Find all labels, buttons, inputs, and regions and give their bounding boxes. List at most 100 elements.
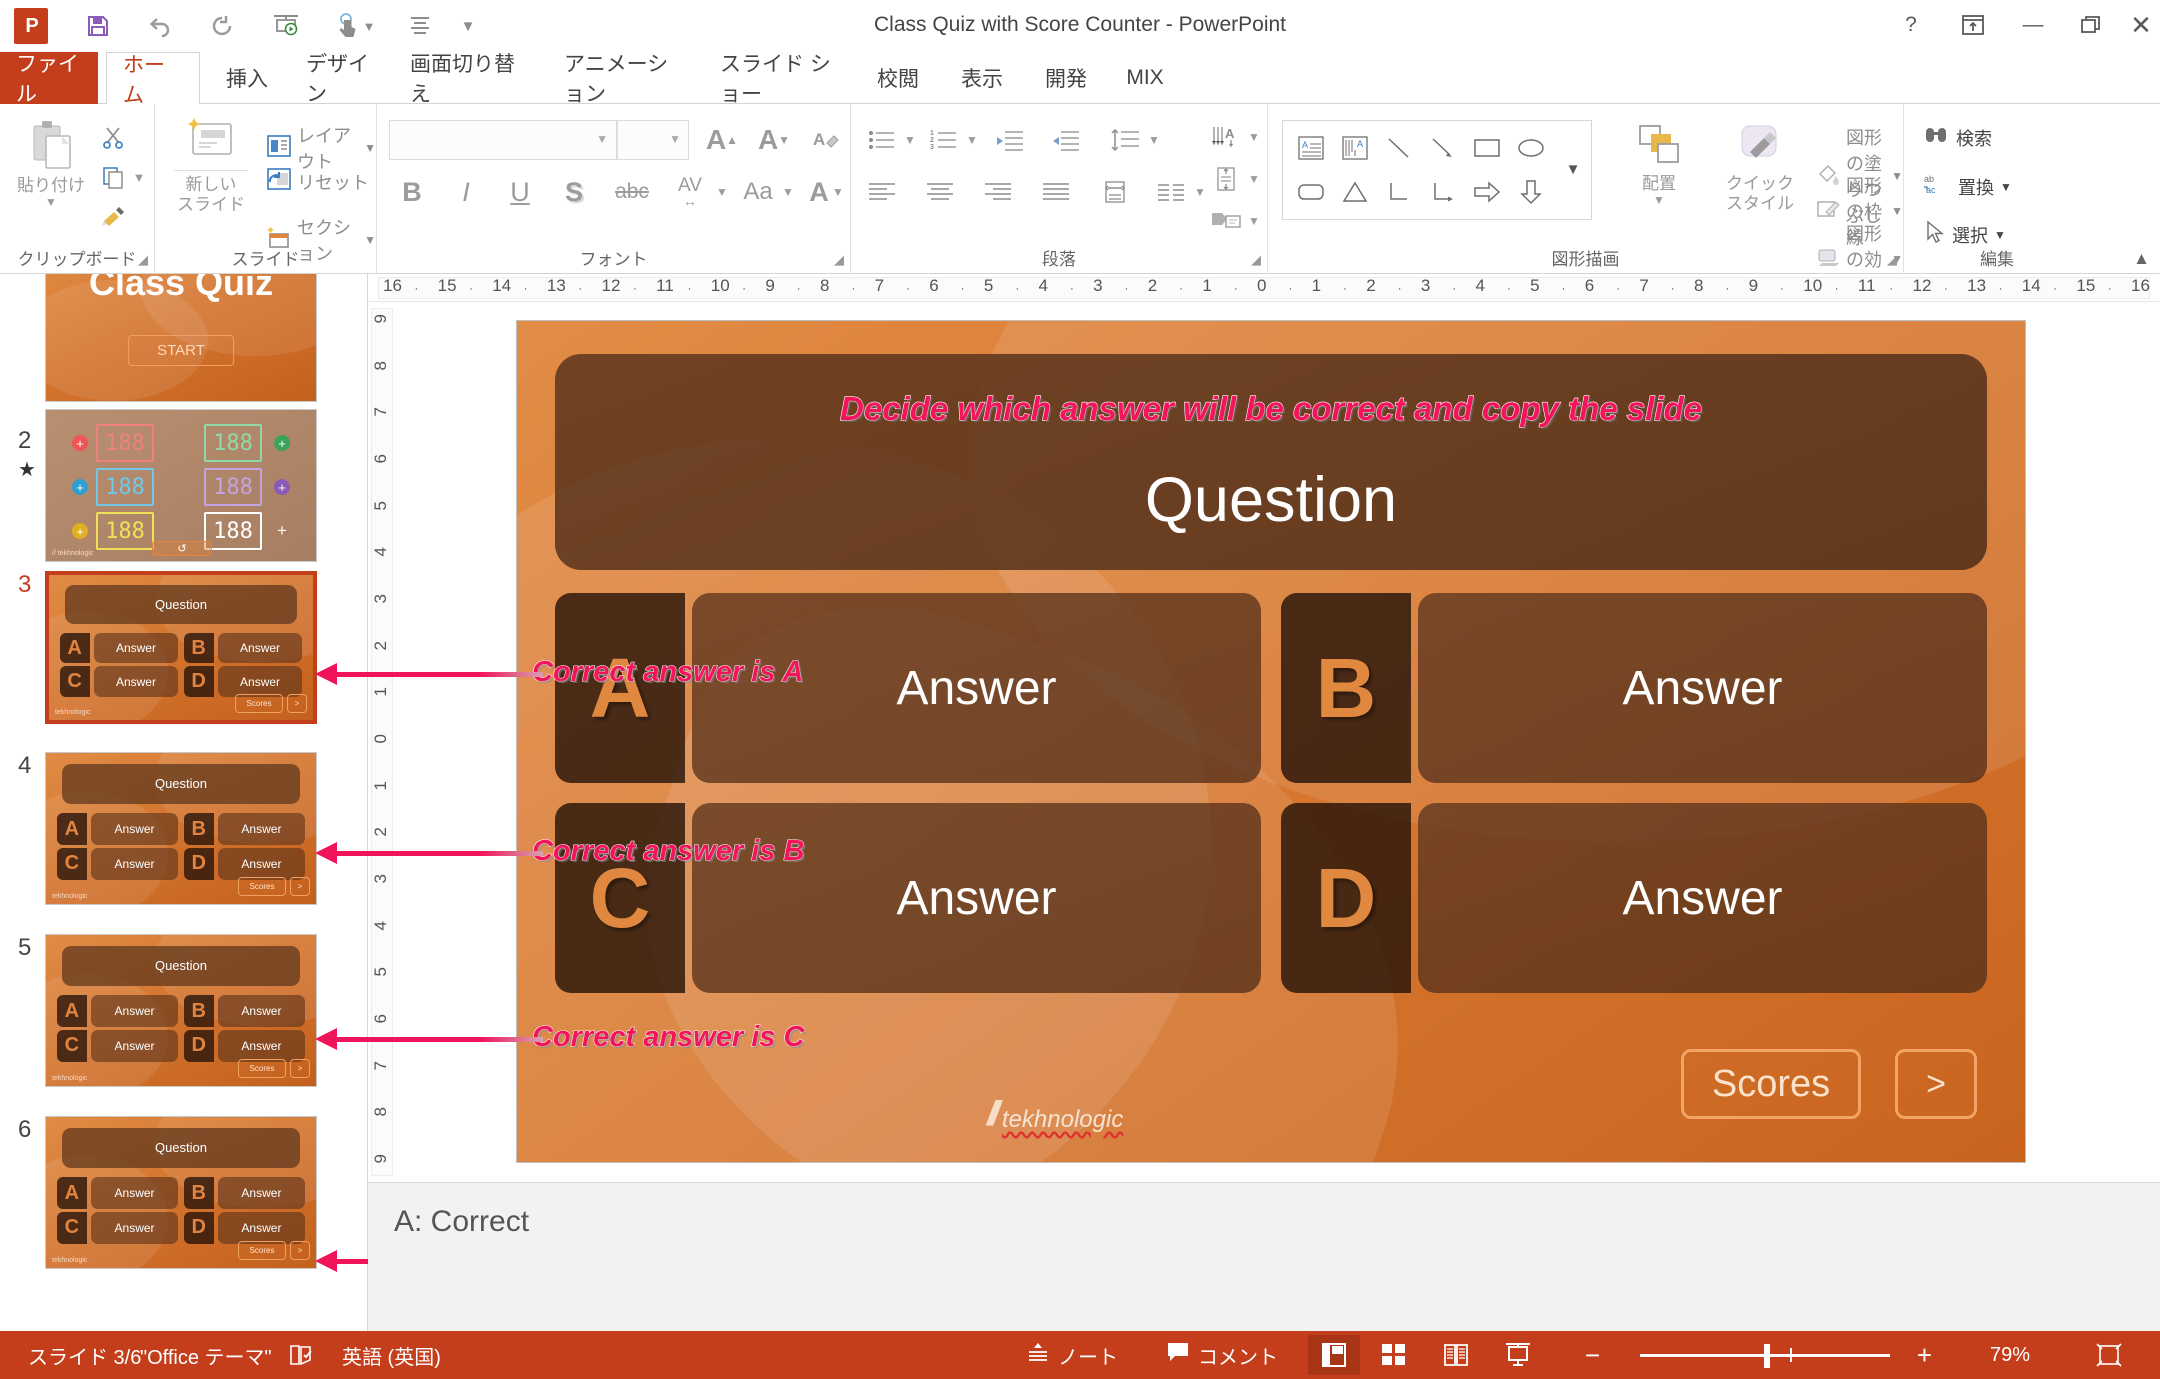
score-plus-yellow-icon[interactable]: + — [72, 523, 88, 539]
zoom-in-button[interactable]: + — [1905, 1331, 1944, 1379]
score-plus-red-icon[interactable]: + — [72, 435, 88, 451]
font-size-input[interactable]: ▼ — [617, 120, 689, 160]
zoom-slider-handle[interactable] — [1764, 1344, 1770, 1368]
mini-slide-3-scores-button[interactable]: Scores — [235, 693, 283, 713]
thumbnail-slide-2-image[interactable]: 188 188 188 188 188 188 + + + + + + ↺ //… — [45, 409, 317, 562]
zoom-level-label[interactable]: 79% — [1978, 1331, 2042, 1379]
fit-slide-to-window-icon[interactable] — [2084, 1331, 2134, 1379]
triangle-icon[interactable] — [1333, 171, 1377, 213]
ribbon-display-options-icon[interactable] — [1946, 8, 2000, 42]
line-icon[interactable] — [1377, 127, 1421, 169]
tab-home[interactable]: ホーム — [106, 52, 200, 107]
mini-slide-5-scores-button[interactable]: Scores — [238, 1058, 286, 1079]
slide-next-button[interactable]: > — [1895, 1049, 1977, 1119]
justify-button[interactable] — [1035, 172, 1077, 212]
text-shadow-button[interactable]: S — [553, 172, 595, 212]
cut-button[interactable] — [96, 122, 130, 152]
score-plus-green-icon[interactable]: + — [274, 435, 290, 451]
clipboard-dialog-launcher[interactable]: ◢ — [138, 252, 148, 268]
quick-styles-button[interactable]: クイック スタイル — [1712, 122, 1808, 213]
answer-text-d[interactable]: Answer — [1418, 803, 1987, 993]
tab-file[interactable]: ファイル — [0, 52, 98, 106]
right-arrow-icon[interactable] — [1465, 171, 1509, 213]
new-slide-button[interactable]: 新しい スライド — [165, 118, 257, 214]
answer-box-c[interactable]: C Answer — [555, 803, 1261, 993]
tab-insert[interactable]: 挿入 — [208, 52, 286, 104]
align-right-button[interactable] — [977, 172, 1019, 212]
elbow-connector-icon[interactable] — [1377, 171, 1421, 213]
view-normal-button[interactable] — [1308, 1335, 1360, 1375]
bold-button[interactable]: B — [391, 172, 433, 212]
status-comments-button[interactable]: コメント — [1154, 1331, 1290, 1379]
increase-indent-button[interactable] — [1043, 120, 1087, 160]
character-spacing-chevron-icon[interactable]: ▼ — [713, 172, 731, 212]
rectangle-icon[interactable] — [1465, 127, 1509, 169]
shapes-gallery[interactable]: A A ▼ — [1282, 120, 1592, 220]
thumbnail-slide-6-image[interactable]: Question A Answer B Answer C Answer D An… — [45, 1116, 317, 1269]
reset-button[interactable]: リセット — [267, 168, 369, 195]
paste-chevron-icon[interactable]: ▼ — [45, 195, 57, 210]
tab-design[interactable]: デザイン — [290, 52, 390, 106]
font-name-chevron-icon[interactable]: ▼ — [596, 132, 608, 146]
layout-chevron-icon[interactable]: ▼ — [364, 141, 376, 155]
text-direction-button[interactable]: A — [1203, 118, 1249, 156]
tab-animations[interactable]: アニメーション — [548, 52, 700, 106]
mini-slide-6-scores-button[interactable]: Scores — [238, 1240, 286, 1261]
arrange-button[interactable]: 配置 ▼ — [1614, 122, 1704, 207]
arrow-icon[interactable] — [1421, 127, 1465, 169]
close-button[interactable]: ✕ — [2114, 8, 2160, 42]
font-name-input[interactable]: ▼ — [389, 120, 617, 160]
down-arrow-icon[interactable] — [1509, 171, 1553, 213]
numbering-button[interactable]: 123 — [923, 120, 965, 160]
status-notes-button[interactable]: ノート — [1014, 1331, 1130, 1379]
slide-scores-button[interactable]: Scores — [1681, 1049, 1861, 1119]
tab-mix[interactable]: MIX — [1110, 52, 1180, 104]
decrease-indent-button[interactable] — [987, 120, 1031, 160]
status-language[interactable]: 英語 (英国) — [330, 1331, 453, 1379]
line-spacing-chevron-icon[interactable]: ▼ — [1145, 120, 1163, 160]
answer-box-b[interactable]: B Answer — [1281, 593, 1987, 783]
textbox-icon[interactable]: A — [1289, 127, 1333, 169]
replace-button[interactable]: ab ac 置換 ▼ — [1924, 172, 2012, 201]
mini-slide-1-start-button[interactable]: START — [128, 334, 234, 366]
mini-slide-4-scores-button[interactable]: Scores — [238, 876, 286, 897]
copy-button[interactable] — [96, 162, 130, 192]
paste-button[interactable]: 貼り付け ▼ — [8, 118, 94, 209]
view-slideshow-button[interactable] — [1492, 1335, 1544, 1375]
mini-slide-4-next-button[interactable]: > — [290, 876, 310, 897]
strikethrough-button[interactable]: abc — [607, 172, 657, 212]
convert-to-smartart-button[interactable] — [1203, 202, 1249, 240]
tab-view[interactable]: 表示 — [942, 52, 1022, 104]
distribute-button[interactable] — [1093, 172, 1137, 212]
score-reset-button[interactable]: ↺ — [152, 541, 212, 556]
align-center-button[interactable] — [919, 172, 961, 212]
view-reading-button[interactable] — [1430, 1335, 1482, 1375]
select-chevron-icon[interactable]: ▼ — [1994, 228, 2006, 242]
question-box[interactable]: Decide which answer will be correct and … — [555, 354, 1987, 570]
restore-button[interactable] — [2064, 8, 2118, 42]
answer-text-b[interactable]: Answer — [1418, 593, 1987, 783]
decrease-font-size-button[interactable]: A ▼ — [751, 120, 797, 160]
answer-text-c[interactable]: Answer — [692, 803, 1261, 993]
line-spacing-button[interactable] — [1103, 120, 1147, 160]
tab-review[interactable]: 校閲 — [858, 52, 938, 104]
paragraph-dialog-launcher[interactable]: ◢ — [1251, 252, 1261, 268]
rounded-rectangle-icon[interactable] — [1289, 171, 1333, 213]
thumbnail-slide-1-image[interactable]: Class Quiz START — [45, 274, 317, 402]
format-painter-button[interactable] — [96, 202, 130, 232]
mini-slide-3-next-button[interactable]: > — [287, 693, 307, 713]
numbering-chevron-icon[interactable]: ▼ — [963, 120, 981, 160]
mini-slide-5-next-button[interactable]: > — [290, 1058, 310, 1079]
font-size-chevron-icon[interactable]: ▼ — [669, 132, 681, 146]
minimize-button[interactable]: — — [2006, 8, 2060, 42]
align-text-chevron-icon[interactable]: ▼ — [1245, 160, 1263, 198]
copy-chevron-icon[interactable]: ▼ — [130, 162, 148, 192]
answer-box-d[interactable]: D Answer — [1281, 803, 1987, 993]
drawing-dialog-launcher[interactable]: ◢ — [1887, 252, 1897, 268]
change-case-button[interactable]: Aa — [735, 172, 781, 212]
tab-transitions[interactable]: 画面切り替え — [394, 52, 544, 106]
tab-developer[interactable]: 開発 — [1026, 52, 1106, 104]
shapes-more-icon[interactable]: ▼ — [1557, 151, 1589, 187]
increase-font-size-button[interactable]: A ▲ — [699, 120, 745, 160]
change-case-chevron-icon[interactable]: ▼ — [779, 172, 797, 212]
